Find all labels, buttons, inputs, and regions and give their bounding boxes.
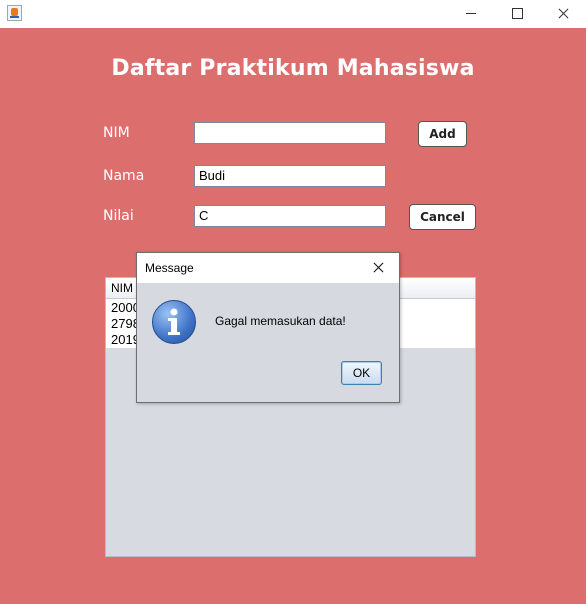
ok-button[interactable]: OK (341, 361, 382, 385)
cancel-button[interactable]: Cancel (409, 204, 476, 230)
nama-field[interactable]: Budi (194, 165, 386, 187)
java-cup-icon (7, 5, 22, 21)
message-dialog: Message Gagal memasukan data! OK (136, 252, 400, 403)
nim-field[interactable] (194, 122, 386, 144)
close-icon[interactable] (369, 259, 389, 277)
nim-label: NIM (103, 125, 130, 141)
window-titlebar (0, 0, 586, 28)
dialog-message: Gagal memasukan data! (215, 314, 346, 328)
nilai-label: Nilai (103, 208, 134, 224)
close-icon[interactable] (540, 0, 586, 28)
nilai-field[interactable]: C (194, 205, 386, 227)
column-header-nim[interactable]: NIM (111, 281, 133, 295)
maximize-icon[interactable] (494, 0, 540, 28)
info-icon (152, 300, 196, 344)
add-button[interactable]: Add (418, 121, 467, 147)
nama-label: Nama (103, 168, 145, 184)
minimize-icon[interactable] (448, 0, 494, 28)
page-title: Daftar Praktikum Mahasiswa (111, 56, 475, 81)
dialog-titlebar: Message (137, 253, 399, 283)
dialog-title: Message (145, 261, 194, 275)
